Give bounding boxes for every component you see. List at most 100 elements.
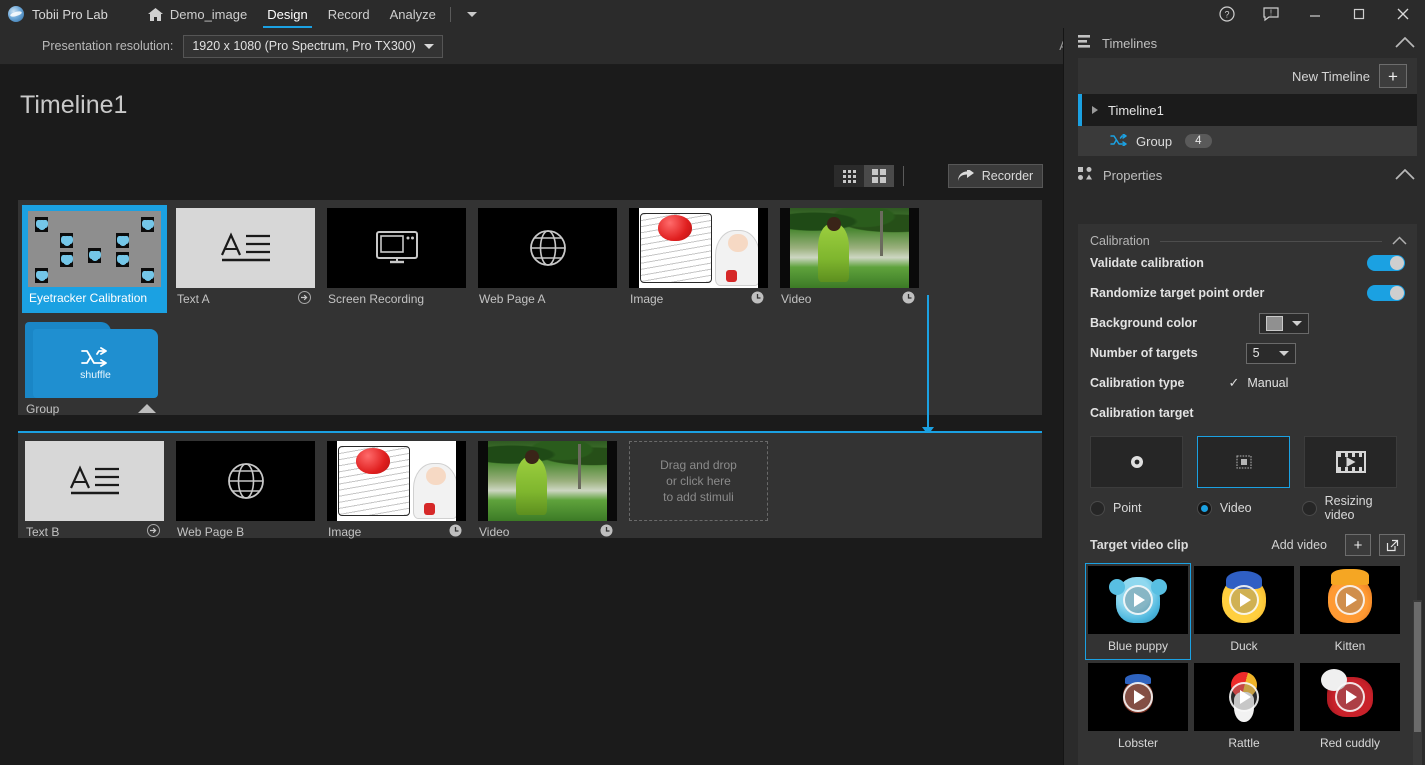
project-menu-item[interactable]: Demo_image [138,0,257,28]
randomize-target-order-label: Randomize target point order [1090,286,1264,300]
tab-record-label: Record [328,7,370,22]
dropzone-group[interactable]: Drag and drop or click here to add stimu… [629,441,768,521]
radio-video-label: Video [1220,501,1252,515]
tab-analyze[interactable]: Analyze [380,0,446,28]
chevron-up-icon[interactable] [1395,36,1415,51]
duration-clock-icon [751,291,764,307]
shuffle-icon [1110,134,1127,149]
calibration-type-value[interactable]: Manual [1247,376,1288,390]
resolution-select[interactable]: 1920 x 1080 (Pro Spectrum, Pro TX300) [183,35,443,58]
close-icon[interactable] [1381,0,1425,28]
video-clip-red-cuddly[interactable]: Red cuddly [1298,661,1402,756]
stimulus-tile-label: Video [478,521,617,543]
list-view-button[interactable] [834,165,864,187]
resizing-video-target-icon [1336,451,1366,473]
properties-title: Properties [1103,168,1162,183]
radio-video[interactable]: Video [1197,494,1302,522]
stimulus-tile-video-group[interactable]: Video [478,441,617,543]
calibration-target-label: Calibration target [1090,406,1194,420]
timelines-list: New Timeline + Timeline1 Group 4 [1078,58,1417,156]
tile-title: Video [479,525,509,539]
color-swatch [1266,316,1283,331]
video-clip-duck[interactable]: Duck [1192,564,1296,659]
timeline-list-item-timeline1[interactable]: Timeline1 [1078,94,1417,126]
stimulus-tile-image[interactable]: Image [629,208,768,310]
radio-resizing-video[interactable]: Resizing video [1302,494,1405,522]
target-option-point[interactable] [1090,436,1183,488]
grid-view-button[interactable] [864,165,894,187]
properties-icon [1078,167,1093,183]
add-timeline-button[interactable]: + [1379,64,1407,88]
scrollbar-thumb[interactable] [1414,602,1421,732]
group-collapse-toggle-icon[interactable] [138,404,156,413]
tab-design[interactable]: Design [257,0,317,28]
timelines-panel-header[interactable]: Timelines [1064,28,1425,58]
timeline-strip-group: Text B Web Page B [18,431,1042,538]
chevron-up-icon[interactable] [1392,234,1407,248]
stimulus-tile-text-b[interactable]: Text B [25,441,164,543]
help-icon[interactable]: ? [1205,0,1249,28]
calibration-section-header: Calibration [1078,224,1417,248]
stimulus-tile-text-a[interactable]: Text A [176,208,315,310]
clip-name: Lobster [1086,731,1190,756]
radio-point-label: Point [1113,501,1142,515]
browse-video-button[interactable] [1379,534,1405,556]
stimulus-tile-label: Video [780,288,919,310]
video-clip-scrollbar[interactable] [1413,600,1422,765]
timeline-child-group[interactable]: Group 4 [1078,126,1417,156]
video-thumbnail [478,441,617,521]
stimulus-tile-video[interactable]: Video [780,208,919,310]
minimize-icon[interactable] [1293,0,1337,28]
video-clip-kitten[interactable]: Kitten [1298,564,1402,659]
more-menu-button[interactable] [455,0,489,28]
video-clip-rattle[interactable]: Rattle [1192,661,1296,756]
recorder-button[interactable]: Recorder [948,164,1043,188]
stimulus-tile-image-group[interactable]: Image [327,441,466,543]
timeline-strip-main: Eyetracker Calibration Text A [18,200,1042,415]
add-video-button[interactable]: + [1345,534,1371,556]
clip-thumbnail [1088,663,1188,731]
video-clip-lobster[interactable]: Lobster [1086,661,1190,756]
tile-title: Screen Recording [328,292,424,306]
chevron-up-icon[interactable] [1395,168,1415,183]
advance-on-key-icon [298,291,311,307]
group-folder-icon: shuffle [25,322,158,398]
dropzone-line-2: or click here [666,473,731,489]
target-option-video[interactable] [1197,436,1290,488]
play-icon [1335,585,1365,615]
chevron-down-icon [424,44,434,49]
radio-button-selected [1197,501,1212,516]
video-clip-blue-puppy[interactable]: Blue puppy [1086,564,1190,659]
tab-record[interactable]: Record [318,0,380,28]
globe-icon [528,228,568,268]
stimuli-row-group: Text B Web Page B [18,433,1042,543]
toolbar-divider [903,166,904,186]
dropzone-line-1: Drag and drop [660,457,737,473]
feedback-icon[interactable]: ! [1249,0,1293,28]
text-icon [220,230,272,266]
randomize-target-order-toggle[interactable] [1367,285,1405,301]
properties-panel-header[interactable]: Properties [1064,160,1425,190]
number-of-targets-label: Number of targets [1090,346,1198,360]
number-of-targets-select[interactable]: 5 [1246,343,1296,364]
globe-icon [226,461,266,501]
validate-calibration-toggle[interactable] [1367,255,1405,271]
target-option-resizing-video[interactable] [1304,436,1397,488]
radio-button [1090,501,1105,516]
stimulus-tile-screen-recording[interactable]: Screen Recording [327,208,466,310]
tile-title: Image [328,525,361,539]
expand-triangle-icon[interactable] [1092,106,1098,114]
background-color-select[interactable] [1259,313,1309,334]
app-title: Tobii Pro Lab [32,7,108,22]
menu-divider [450,7,451,22]
calibration-type-label: Calibration type [1090,376,1184,390]
group-count-badge: 4 [1185,134,1211,148]
radio-point[interactable]: Point [1090,494,1197,522]
play-icon [1229,585,1259,615]
maximize-icon[interactable] [1337,0,1381,28]
stimulus-tile-web-page-b[interactable]: Web Page B [176,441,315,543]
stimulus-tile-eyetracker-calibration[interactable]: Eyetracker Calibration [25,208,164,310]
background-color-label: Background color [1090,316,1197,330]
stimulus-tile-web-page-a[interactable]: Web Page A [478,208,617,310]
stimulus-tile-group[interactable]: shuffle Group [25,322,164,420]
